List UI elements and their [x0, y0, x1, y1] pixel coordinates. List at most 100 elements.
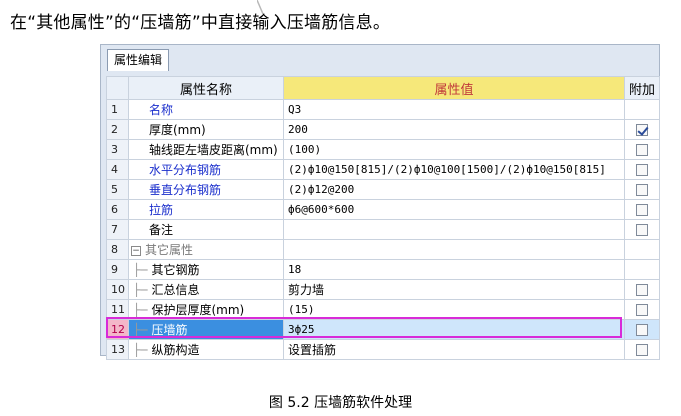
property-name-label: 保护层厚度(mm) — [151, 303, 245, 317]
tree-line-icon: ├─ — [133, 323, 148, 337]
table-row[interactable]: 1 名称 Q3 — [106, 99, 660, 120]
property-name-label: 备注 — [149, 223, 174, 237]
table-row[interactable]: 4 水平分布钢筋 (2)ф10@150[815]/(2)ф10@100[1500]/… — [106, 159, 660, 180]
header-corner — [106, 76, 129, 100]
property-name-label: 其它钢筋 — [151, 263, 200, 277]
property-name-cell[interactable]: 名称 — [128, 99, 284, 120]
property-name-cell[interactable]: 轴线距左墙皮距离(mm) — [128, 139, 284, 160]
property-name-label: 汇总信息 — [151, 283, 200, 297]
property-name-label: 名称 — [149, 103, 174, 117]
property-name-label: 纵筋构造 — [151, 343, 200, 357]
table-row[interactable]: 5 垂直分布钢筋 (2)ф12@200 — [106, 179, 660, 200]
tab-property-edit[interactable]: 属性编辑 — [107, 49, 170, 71]
property-name-label: 压墙筋 — [151, 323, 188, 337]
tree-line-icon: ├─ — [133, 303, 148, 317]
property-name-label: 水平分布钢筋 — [149, 163, 222, 177]
property-name-cell[interactable]: ├─ 保护层厚度(mm) — [128, 299, 284, 320]
property-value-cell[interactable]: (15) — [283, 299, 625, 320]
table-row[interactable]: 6 拉筋 ф6@600*600 — [106, 199, 660, 220]
tree-line-icon: ├─ — [133, 343, 148, 357]
extra-cell — [624, 239, 660, 260]
property-name-label: 轴线距左墙皮距离(mm) — [149, 143, 278, 157]
extra-cell — [624, 339, 660, 360]
property-value-cell[interactable]: 200 — [283, 119, 625, 140]
intro-text: 在“其他属性”的“压墙筋”中直接输入压墙筋信息。 — [10, 13, 391, 33]
extra-cell — [624, 259, 660, 280]
table-row[interactable]: 12 ├─ 压墙筋 3ф25 — [106, 319, 660, 340]
extra-cell — [624, 119, 660, 140]
extra-cell — [624, 219, 660, 240]
extra-cell — [624, 159, 660, 180]
attach-checkbox[interactable] — [636, 164, 648, 176]
attach-checkbox[interactable] — [636, 324, 648, 336]
row-number: 3 — [106, 139, 129, 160]
extra-cell — [624, 319, 660, 340]
extra-cell — [624, 279, 660, 300]
table-row[interactable]: 7 备注 — [106, 219, 660, 240]
row-number: 8 — [106, 239, 129, 260]
table-row[interactable]: 13 ├─ 纵筋构造 设置插筋 — [106, 339, 660, 360]
grid-header-row: 属性名称 属性值 附加 — [106, 76, 660, 100]
row-number: 12 — [106, 319, 129, 340]
property-value-cell[interactable]: (2)ф10@150[815]/(2)ф10@100[1500]/(2)ф10@… — [283, 159, 625, 180]
property-name-cell[interactable]: 备注 — [128, 219, 284, 240]
attach-checkbox[interactable] — [636, 224, 648, 236]
property-name-cell[interactable]: ├─ 纵筋构造 — [128, 339, 284, 360]
row-number: 9 — [106, 259, 129, 280]
property-value-cell[interactable]: ф6@600*600 — [283, 199, 625, 220]
table-row[interactable]: 2 厚度(mm) 200 — [106, 119, 660, 140]
attach-checkbox[interactable] — [636, 124, 648, 136]
header-property-name: 属性名称 — [128, 76, 284, 100]
header-extra: 附加 — [624, 76, 660, 100]
pointer-line — [257, 0, 264, 15]
property-name-label: 拉筋 — [149, 203, 174, 217]
attach-checkbox[interactable] — [636, 304, 648, 316]
property-value-cell[interactable]: Q3 — [283, 99, 625, 120]
tree-line-icon: ├─ — [133, 283, 148, 297]
property-name-label: 其它属性 — [145, 243, 194, 257]
property-editor-panel: 属性编辑 属性名称 属性值 附加 1 名称 Q3 2 厚度(mm) 200 3 轴线距左墙皮距… — [100, 44, 660, 360]
property-grid: 属性名称 属性值 附加 1 名称 Q3 2 厚度(mm) 200 3 轴线距左墙皮距离(mm)… — [106, 76, 660, 360]
figure-caption: 图 5.2 压墙筋软件处理 — [268, 395, 413, 411]
row-number: 13 — [106, 339, 129, 360]
extra-cell — [624, 179, 660, 200]
property-name-cell[interactable]: 水平分布钢筋 — [128, 159, 284, 180]
property-name-label: 厚度(mm) — [149, 123, 206, 137]
attach-checkbox[interactable] — [636, 204, 648, 216]
property-value-cell[interactable]: 设置插筋 — [283, 339, 625, 360]
property-name-label: 垂直分布钢筋 — [149, 183, 222, 197]
extra-cell — [624, 299, 660, 320]
property-value-cell[interactable]: (100) — [283, 139, 625, 160]
property-name-cell[interactable]: ├─ 汇总信息 — [128, 279, 284, 300]
row-number: 10 — [106, 279, 129, 300]
table-row[interactable]: 10 ├─ 汇总信息 剪力墙 — [106, 279, 660, 300]
property-name-cell[interactable]: ├─ 压墙筋 — [128, 319, 284, 340]
extra-cell — [624, 139, 660, 160]
collapse-toggle-icon[interactable]: − — [131, 245, 141, 256]
property-name-cell[interactable]: ├─ 其它钢筋 — [128, 259, 284, 280]
attach-checkbox[interactable] — [636, 344, 648, 356]
table-row[interactable]: 9 ├─ 其它钢筋 18 — [106, 259, 660, 280]
property-value-cell[interactable]: (2)ф12@200 — [283, 179, 625, 200]
property-value-cell[interactable]: 剪力墙 — [283, 279, 625, 300]
attach-checkbox[interactable] — [636, 184, 648, 196]
property-value-cell[interactable] — [283, 219, 625, 240]
property-value-cell[interactable] — [283, 239, 625, 260]
table-row[interactable]: 11 ├─ 保护层厚度(mm) (15) — [106, 299, 660, 320]
property-value-cell[interactable]: 3ф25 — [283, 319, 625, 340]
row-number: 6 — [106, 199, 129, 220]
property-name-cell[interactable]: 垂直分布钢筋 — [128, 179, 284, 200]
row-number: 5 — [106, 179, 129, 200]
attach-checkbox[interactable] — [636, 144, 648, 156]
property-name-cell[interactable]: 厚度(mm) — [128, 119, 284, 140]
property-name-cell[interactable]: − 其它属性 — [128, 239, 284, 260]
attach-checkbox[interactable] — [636, 284, 648, 296]
table-row[interactable]: 8− 其它属性 — [106, 239, 660, 260]
property-name-cell[interactable]: 拉筋 — [128, 199, 284, 220]
row-number: 7 — [106, 219, 129, 240]
row-number: 4 — [106, 159, 129, 180]
property-value-cell[interactable]: 18 — [283, 259, 625, 280]
table-row[interactable]: 3 轴线距左墙皮距离(mm) (100) — [106, 139, 660, 160]
tree-line-icon: ├─ — [133, 263, 148, 277]
row-number: 11 — [106, 299, 129, 320]
